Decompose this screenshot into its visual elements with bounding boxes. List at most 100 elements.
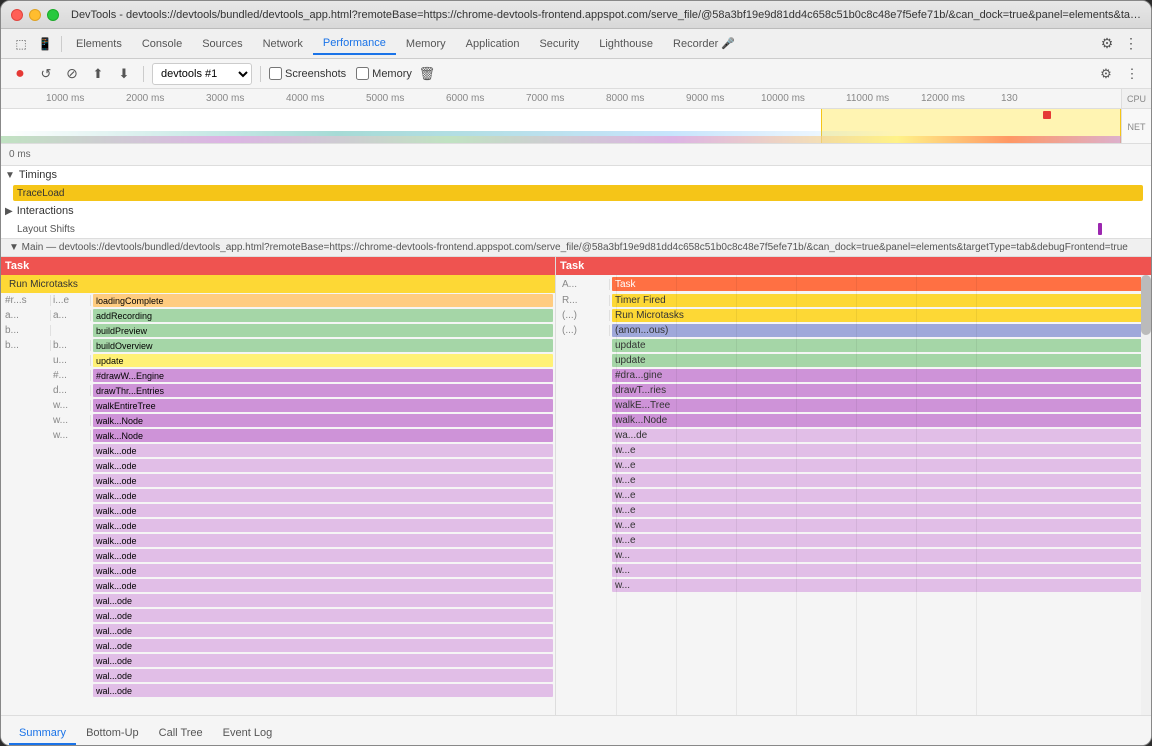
traceload-row[interactable]: TraceLoad (1, 184, 1151, 202)
flame-row-walkNode1: w... walk...Node (1, 413, 555, 428)
vgrid-6 (916, 275, 917, 715)
maximize-button[interactable] (47, 9, 59, 21)
vgrid-3 (736, 275, 737, 715)
right-flame-body[interactable]: A... Task R... Timer Fired (...) Run Mic… (556, 275, 1151, 715)
layout-shifts-label: Layout Shifts (17, 224, 75, 235)
inspect-icon[interactable]: ⬚ (9, 32, 33, 56)
flame-row-walkode-14: wal...ode (1, 638, 555, 653)
right-task-label: Task (560, 260, 584, 272)
flame-area: Task Run Microtasks #r...s i...e loading… (1, 257, 1151, 715)
memory-label: Memory (372, 68, 412, 80)
tab-elements[interactable]: Elements (66, 34, 132, 54)
record-button[interactable]: ● (9, 63, 31, 85)
layout-shifts-row[interactable]: Layout Shifts (1, 220, 1151, 238)
interactions-row[interactable]: ▶ Interactions (1, 202, 1151, 220)
target-select[interactable]: devtools #1 (152, 63, 252, 85)
tab-sources[interactable]: Sources (192, 34, 252, 54)
interactions-label: Interactions (17, 205, 74, 217)
flame-left-panel: Task Run Microtasks #r...s i...e loading… (1, 257, 556, 715)
traffic-lights (11, 9, 59, 21)
flame-row-walkode-7: walk...ode (1, 533, 555, 548)
left-task-label: Task (5, 260, 29, 272)
run-microtasks-label: Run Microtasks (9, 279, 78, 290)
toolbar-sep-2 (260, 66, 261, 82)
flame-row-buildOverview: b... b... buildOverview (1, 338, 555, 353)
tab-security[interactable]: Security (529, 34, 589, 54)
vgrid-2 (676, 275, 677, 715)
traceload-bar: TraceLoad (13, 185, 1143, 201)
reload-record-button[interactable]: ↺ (35, 63, 57, 85)
flame-row-walkode-4: walk...ode (1, 488, 555, 503)
timeline-overview: 1000 ms 2000 ms 3000 ms 4000 ms 5000 ms … (1, 89, 1151, 144)
download-button[interactable]: ⬇ (113, 63, 135, 85)
scrollbar-thumb[interactable] (1141, 275, 1151, 335)
timings-header[interactable]: ▼ Timings (1, 166, 1151, 184)
settings-icon[interactable]: ⚙ (1095, 32, 1119, 56)
memory-checkbox[interactable] (356, 67, 369, 80)
traceload-label: TraceLoad (17, 188, 64, 199)
flame-row-walkEntireTree: w... walkEntireTree (1, 398, 555, 413)
devtools-nav: ⬚ 📱 Elements Console Sources Network Per… (1, 29, 1151, 59)
timings-label: Timings (19, 169, 57, 181)
tab-network[interactable]: Network (253, 34, 313, 54)
flame-row-walkode-1: walk...ode (1, 443, 555, 458)
flame-row-walkode-11: wal...ode (1, 593, 555, 608)
toolbar-settings-icon[interactable]: ⚙ (1095, 63, 1117, 85)
upload-button[interactable]: ⬆ (87, 63, 109, 85)
right-task-header: Task (556, 257, 1151, 275)
screenshots-label: Screenshots (285, 68, 346, 80)
flame-row-buildPreview: b... buildPreview (1, 323, 555, 338)
right-scrollbar[interactable] (1141, 275, 1151, 715)
flame-row-walkode-9: walk...ode (1, 563, 555, 578)
minimize-button[interactable] (29, 9, 41, 21)
tab-event-log[interactable]: Event Log (213, 723, 283, 745)
tab-bottom-up[interactable]: Bottom-Up (76, 723, 149, 745)
tab-recorder[interactable]: Recorder 🎤 (663, 33, 745, 54)
flame-row-walkode-5: walk...ode (1, 503, 555, 518)
timings-arrow: ▼ (5, 170, 15, 181)
vgrid-7 (976, 275, 977, 715)
screenshots-checkbox[interactable] (269, 67, 282, 80)
tab-call-tree[interactable]: Call Tree (149, 723, 213, 745)
tab-lighthouse[interactable]: Lighthouse (589, 34, 663, 54)
bottom-tabs: Summary Bottom-Up Call Tree Event Log (1, 715, 1151, 745)
nav-tabs: Elements Console Sources Network Perform… (66, 33, 1095, 55)
close-button[interactable] (11, 9, 23, 21)
titlebar: DevTools - devtools://devtools/bundled/d… (1, 1, 1151, 29)
clear-button[interactable]: ⊘ (61, 63, 83, 85)
tab-memory[interactable]: Memory (396, 34, 456, 54)
flame-row-walkode-3: walk...ode (1, 473, 555, 488)
flame-row-walkode-10: walk...ode (1, 578, 555, 593)
flame-row-addRecording: a... a... addRecording (1, 308, 555, 323)
trash-icon[interactable]: 🗑 (416, 63, 438, 85)
performance-toolbar: ● ↺ ⊘ ⬆ ⬇ devtools #1 Screenshots Memory… (1, 59, 1151, 89)
flame-row-walkode-13: wal...ode (1, 623, 555, 638)
right-flame-entries: A... Task R... Timer Fired (...) Run Mic… (556, 275, 1151, 593)
flame-row-walkode-8: walk...ode (1, 548, 555, 563)
left-flame-body[interactable]: #r...s i...e loadingComplete a... a... a… (1, 293, 555, 715)
run-microtasks-row: Run Microtasks (1, 275, 555, 293)
flame-row-walkode-17: wal...ode (1, 683, 555, 698)
timeline-graph[interactable]: NET (1, 109, 1151, 144)
more-options-icon[interactable]: ⋮ (1119, 32, 1143, 56)
window-title: DevTools - devtools://devtools/bundled/d… (71, 9, 1141, 21)
vgrid-4 (796, 275, 797, 715)
toolbar-sep-1 (143, 66, 144, 82)
device-icon[interactable]: 📱 (33, 32, 57, 56)
timings-section: ▼ Timings TraceLoad ▶ Interactions Layou… (1, 166, 1151, 239)
left-task-header: Task (1, 257, 555, 275)
tab-performance[interactable]: Performance (313, 33, 396, 55)
main-thread-url: ▼ Main — devtools://devtools/bundled/dev… (1, 239, 1151, 257)
memory-checkbox-label[interactable]: Memory (356, 67, 412, 80)
interactions-arrow: ▶ (5, 206, 13, 217)
screenshots-checkbox-label[interactable]: Screenshots (269, 67, 346, 80)
tab-console[interactable]: Console (132, 34, 192, 54)
flame-row-walkode-12: wal...ode (1, 608, 555, 623)
toolbar-more-icon[interactable]: ⋮ (1121, 63, 1143, 85)
tab-summary[interactable]: Summary (9, 723, 76, 745)
tab-application[interactable]: Application (456, 34, 530, 54)
layout-shift-marker (1098, 223, 1102, 235)
flame-row-drawThrEntries: d... drawThr...Entries (1, 383, 555, 398)
url-text: ▼ Main — devtools://devtools/bundled/dev… (9, 242, 1128, 253)
vgrid-5 (856, 275, 857, 715)
